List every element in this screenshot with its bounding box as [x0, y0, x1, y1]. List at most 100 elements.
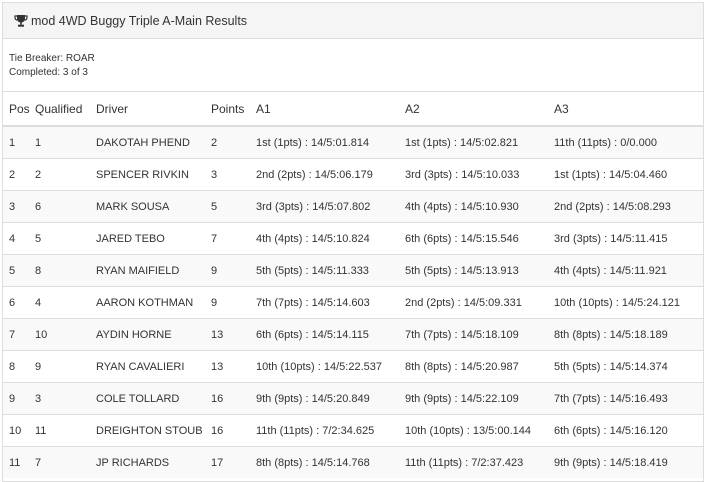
cell-points: 17	[211, 446, 256, 478]
cell-a1: 8th (8pts) : 14/5:14.768	[256, 446, 405, 478]
cell-qualified: 6	[35, 190, 96, 223]
cell-a3: 7th (7pts) : 14/5:16.493	[554, 382, 703, 415]
cell-qualified: 3	[35, 382, 96, 415]
cell-qualified: 11	[35, 414, 96, 447]
cell-qualified: 8	[35, 254, 96, 287]
table-row: 3 6 MARK SOUSA 5 3rd (3pts) : 14/5:07.802 4th…	[3, 190, 703, 223]
cell-a1: 4th (4pts) : 14/5:10.824	[256, 222, 405, 255]
tie-breaker-text: Tie Breaker: ROAR	[9, 53, 95, 64]
cell-points: 13	[211, 318, 256, 351]
table-header-row: Pos Qualified Driver Points A1 A2 A3	[3, 91, 703, 127]
panel-title: mod 4WD Buggy Triple A-Main Results	[31, 13, 248, 28]
cell-a2: 1st (1pts) : 14/5:02.821	[405, 125, 554, 159]
cell-a1: 2nd (2pts) : 14/5:06.179	[256, 158, 405, 191]
table-row: 4 5 JARED TEBO 7 4th (4pts) : 14/5:10.824 6th…	[3, 222, 703, 255]
cell-pos: 8	[3, 350, 35, 383]
cell-a2: 11th (11pts) : 7/2:37.423	[405, 446, 554, 478]
column-header-a2[interactable]: A2	[405, 91, 554, 127]
cell-pos: 9	[3, 382, 35, 415]
cell-pos: 2	[3, 158, 35, 191]
cell-driver: DREIGHTON STOUB	[96, 414, 211, 447]
cell-qualified: 2	[35, 158, 96, 191]
cell-a2: 3rd (3pts) : 14/5:10.033	[405, 158, 554, 191]
cell-a3: 4th (4pts) : 14/5:11.921	[554, 254, 703, 287]
cell-points: 9	[211, 286, 256, 319]
cell-driver: COLE TOLLARD	[96, 382, 211, 415]
table-row: 6 4 AARON KOTHMAN 9 7th (7pts) : 14/5:14.603…	[3, 286, 703, 319]
completed-text: Completed: 3 of 3	[9, 67, 88, 78]
cell-a1: 3rd (3pts) : 14/5:07.802	[256, 190, 405, 223]
cell-driver: RYAN MAIFIELD	[96, 254, 211, 287]
cell-a2: 5th (5pts) : 14/5:13.913	[405, 254, 554, 287]
table-row: 8 9 RYAN CAVALIERI 13 10th (10pts) : 14/5:22…	[3, 350, 703, 383]
table-row: 1 1 DAKOTAH PHEND 2 1st (1pts) : 14/5:01.814…	[3, 125, 703, 159]
cell-a1: 6th (6pts) : 14/5:14.115	[256, 318, 405, 351]
trophy-icon	[14, 14, 28, 28]
cell-driver: DAKOTAH PHEND	[96, 125, 211, 159]
cell-driver: JP RICHARDS	[96, 446, 211, 478]
cell-a2: 10th (10pts) : 13/5:00.144	[405, 414, 554, 447]
cell-qualified: 5	[35, 222, 96, 255]
cell-qualified: 1	[35, 125, 96, 159]
cell-a1: 5th (5pts) : 14/5:11.333	[256, 254, 405, 287]
cell-driver: AARON KOTHMAN	[96, 286, 211, 319]
column-header-a3[interactable]: A3	[554, 91, 703, 127]
cell-a3: 6th (6pts) : 14/5:16.120	[554, 414, 703, 447]
cell-points: 2	[211, 125, 256, 159]
results-body: 1 1 DAKOTAH PHEND 2 1st (1pts) : 14/5:01.814…	[3, 125, 703, 478]
cell-a2: 8th (8pts) : 14/5:20.987	[405, 350, 554, 383]
cell-a3: 1st (1pts) : 14/5:04.460	[554, 158, 703, 191]
cell-points: 7	[211, 222, 256, 255]
column-header-qualified[interactable]: Qualified	[35, 91, 96, 127]
column-header-pos[interactable]: Pos	[3, 91, 35, 127]
cell-qualified: 10	[35, 318, 96, 351]
cell-a2: 4th (4pts) : 14/5:10.930	[405, 190, 554, 223]
cell-a1: 11th (11pts) : 7/2:34.625	[256, 414, 405, 447]
cell-a3: 3rd (3pts) : 14/5:11.415	[554, 222, 703, 255]
cell-a3: 2nd (2pts) : 14/5:08.293	[554, 190, 703, 223]
column-header-points[interactable]: Points	[211, 91, 256, 127]
cell-a3: 10th (10pts) : 14/5:24.121	[554, 286, 703, 319]
cell-pos: 1	[3, 125, 35, 159]
cell-driver: AYDIN HORNE	[96, 318, 211, 351]
cell-a2: 6th (6pts) : 14/5:15.546	[405, 222, 554, 255]
cell-qualified: 4	[35, 286, 96, 319]
cell-points: 13	[211, 350, 256, 383]
cell-a3: 8th (8pts) : 14/5:18.189	[554, 318, 703, 351]
cell-driver: RYAN CAVALIERI	[96, 350, 211, 383]
table-row: 7 10 AYDIN HORNE 13 6th (6pts) : 14/5:14.115…	[3, 318, 703, 351]
table-row: 2 2 SPENCER RIVKIN 3 2nd (2pts) : 14/5:06.17…	[3, 158, 703, 191]
cell-a3: 9th (9pts) : 14/5:18.419	[554, 446, 703, 478]
results-table: Pos Qualified Driver Points A1 A2 A3 11D…	[3, 91, 703, 478]
cell-driver: SPENCER RIVKIN	[96, 158, 211, 191]
column-header-a1[interactable]: A1	[256, 91, 405, 127]
cell-points: 16	[211, 414, 256, 447]
cell-pos: 4	[3, 222, 35, 255]
cell-a1: 7th (7pts) : 14/5:14.603	[256, 286, 405, 319]
cell-qualified: 9	[35, 350, 96, 383]
table-row: 10 11 DREIGHTON STOUB 16 11th (11pts) : 7/2:…	[3, 414, 703, 447]
cell-driver: MARK SOUSA	[96, 190, 211, 223]
cell-a3: 5th (5pts) : 14/5:14.374	[554, 350, 703, 383]
cell-points: 5	[211, 190, 256, 223]
cell-points: 16	[211, 382, 256, 415]
cell-points: 9	[211, 254, 256, 287]
cell-points: 3	[211, 158, 256, 191]
table-row: 11 7 JP RICHARDS 17 8th (8pts) : 14/5:14.768…	[3, 446, 703, 478]
cell-a2: 9th (9pts) : 14/5:22.109	[405, 382, 554, 415]
panel-heading: mod 4WD Buggy Triple A-Main Results	[3, 3, 703, 39]
cell-a1: 1st (1pts) : 14/5:01.814	[256, 125, 405, 159]
cell-pos: 6	[3, 286, 35, 319]
table-row: 5 8 RYAN MAIFIELD 9 5th (5pts) : 14/5:11.333…	[3, 254, 703, 287]
cell-a2: 7th (7pts) : 14/5:18.109	[405, 318, 554, 351]
cell-pos: 11	[3, 446, 35, 478]
cell-a1: 10th (10pts) : 14/5:22.537	[256, 350, 405, 383]
cell-driver: JARED TEBO	[96, 222, 211, 255]
cell-qualified: 7	[35, 446, 96, 478]
cell-a2: 2nd (2pts) : 14/5:09.331	[405, 286, 554, 319]
race-info: Tie Breaker: ROAR Completed: 3 of 3	[3, 39, 703, 91]
table-row: 9 3 COLE TOLLARD 16 9th (9pts) : 14/5:20.849…	[3, 382, 703, 415]
column-header-driver[interactable]: Driver	[96, 91, 211, 127]
cell-pos: 7	[3, 318, 35, 351]
cell-a1: 9th (9pts) : 14/5:20.849	[256, 382, 405, 415]
